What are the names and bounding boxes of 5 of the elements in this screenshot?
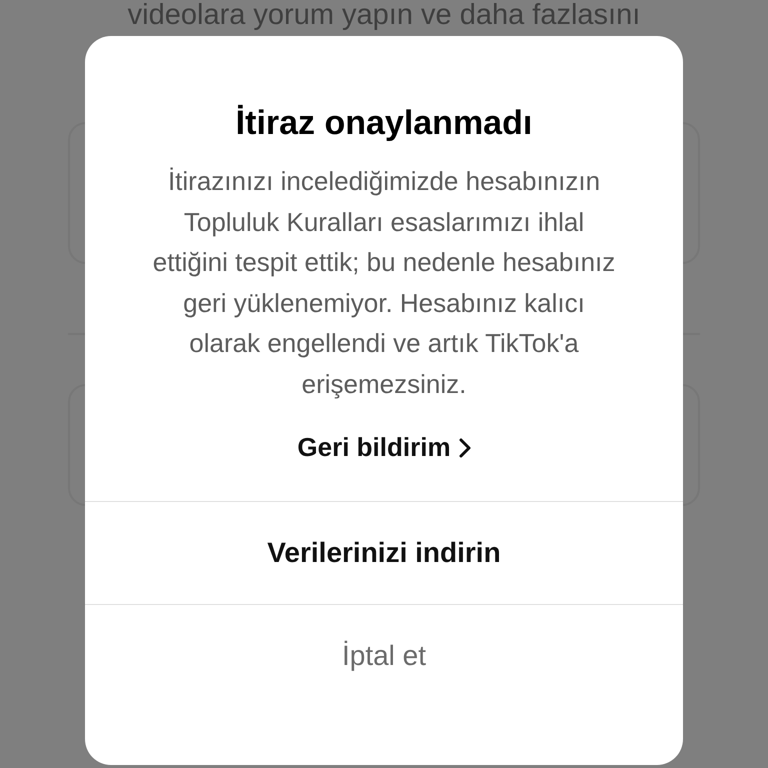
dialog-message: İtirazınızı incelediğimizde hesabınızın Topluluk Kuralları esaslarımızı ihlal ettiğini tespit ettik; bu nedenle hesabınız geri yüklenemiyor. Hesabınız kalıcı olarak engellendi ve artık TikTok'a erişemezsiniz.	[152, 165, 616, 400]
feedback-link[interactable]: Geri bildirim	[293, 428, 475, 467]
chevron-right-icon	[458, 438, 471, 458]
dialog-title: İtiraz onaylanmadı	[234, 103, 534, 144]
background-text: videolara yorum yapın ve daha fazlasını	[126, 0, 642, 30]
